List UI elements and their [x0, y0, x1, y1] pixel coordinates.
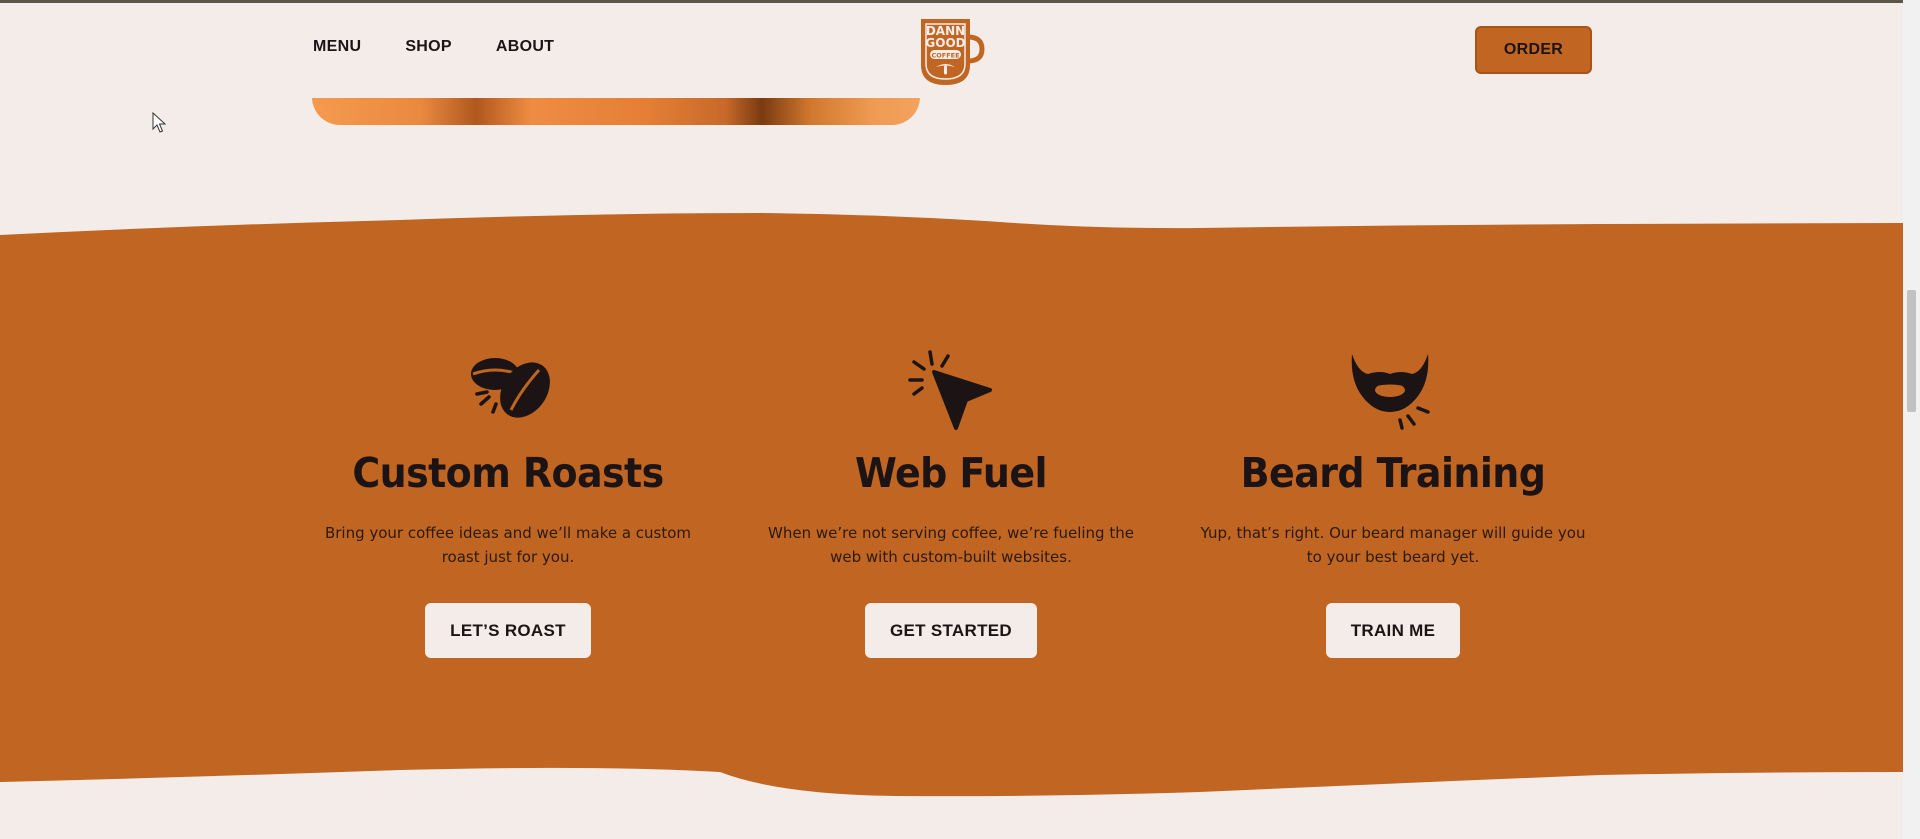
- feature-custom-roasts: Custom Roasts Bring your coffee ideas an…: [298, 345, 718, 658]
- site-header: MENU SHOP ABOUT DANN GOOD COFFEE ORDER: [0, 3, 1903, 98]
- logo-text-coffee: COFFEE: [931, 51, 959, 59]
- lets-roast-button[interactable]: LET’S ROAST: [425, 603, 591, 658]
- mouse-pointer-icon: [152, 112, 166, 133]
- feature-description: Bring your coffee ideas and we’ll make a…: [324, 524, 692, 566]
- scrollbar-thumb[interactable]: [1907, 290, 1916, 412]
- feature-web-fuel: Web Fuel When we’re not serving coffee, …: [741, 345, 1161, 658]
- feature-title: Web Fuel: [855, 449, 1047, 497]
- feature-title: Custom Roasts: [352, 449, 664, 497]
- coffee-beans-icon: [298, 345, 718, 435]
- feature-description: Yup, that’s right. Our beard manager wil…: [1200, 524, 1586, 566]
- brand-logo[interactable]: DANN GOOD COFFEE: [918, 17, 986, 87]
- nav-menu-link[interactable]: MENU: [313, 38, 361, 56]
- page-scrollbar[interactable]: [1903, 0, 1920, 839]
- get-started-button[interactable]: GET STARTED: [865, 603, 1037, 658]
- feature-beard-training: Beard Training Yup, that’s right. Our be…: [1183, 345, 1603, 658]
- nav-about-link[interactable]: ABOUT: [496, 38, 554, 56]
- logo-text-good: GOOD: [925, 36, 965, 50]
- nav-shop-link[interactable]: SHOP: [405, 38, 452, 56]
- feature-title: Beard Training: [1240, 449, 1546, 497]
- feature-description: When we’re not serving coffee, we’re fue…: [768, 524, 1134, 566]
- order-button[interactable]: ORDER: [1475, 26, 1592, 74]
- cursor-click-icon: [741, 345, 1161, 435]
- beard-icon: [1183, 345, 1603, 435]
- train-me-button[interactable]: TRAIN ME: [1325, 603, 1461, 658]
- main-nav: MENU SHOP ABOUT: [313, 38, 554, 56]
